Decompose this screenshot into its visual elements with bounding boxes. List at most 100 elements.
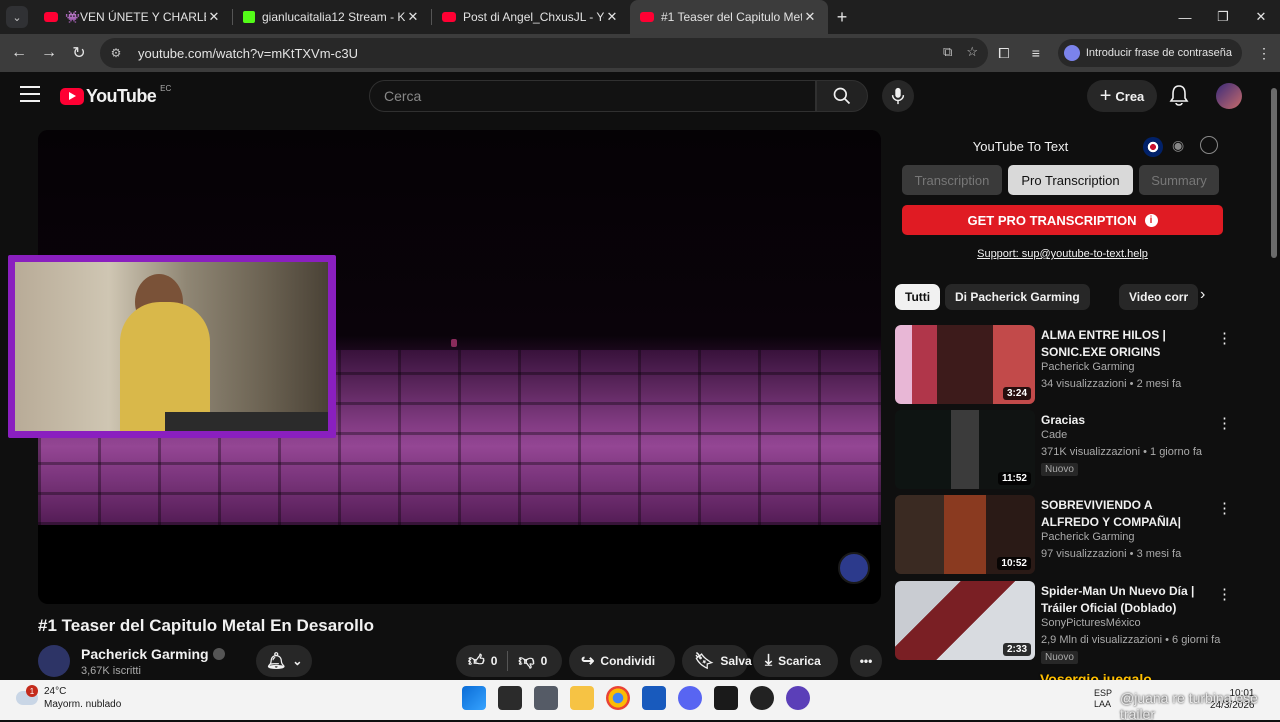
recommendation-item[interactable]: 3:24 ALMA ENTRE HILOS | SONIC.EXE ORIGIN…	[895, 325, 1232, 405]
extension-tabs: Transcription Pro Transcription Summary	[902, 165, 1219, 195]
forward-arrow-icon[interactable]: →	[34, 38, 64, 68]
get-pro-label: GET PRO TRANSCRIPTION	[967, 212, 1137, 228]
uk-flag-icon[interactable]	[1143, 137, 1163, 157]
new-tab-button[interactable]: +	[828, 7, 856, 28]
rec-channel[interactable]: Cade	[1041, 429, 1067, 441]
chevron-down-icon: ⌄	[292, 654, 303, 668]
profile-chip[interactable]: Introducir frase de contraseña	[1057, 39, 1242, 67]
rec-channel[interactable]: Pacherick Garming	[1041, 531, 1135, 543]
hamburger-menu-icon[interactable]	[20, 86, 40, 102]
user-icon[interactable]	[1200, 136, 1218, 154]
chip-related[interactable]: Video corr	[1119, 284, 1199, 310]
recommendation-item[interactable]: 11:52 Gracias Cade 371K visualizzazioni …	[895, 410, 1232, 490]
youtube-favicon-icon	[44, 12, 58, 22]
account-avatar[interactable]	[1216, 83, 1242, 109]
obs-icon[interactable]	[750, 686, 774, 710]
discord-icon[interactable]	[678, 686, 702, 710]
duration-badge: 11:52	[997, 472, 1031, 485]
browser-menu-icon[interactable]: ⋮	[1248, 45, 1280, 62]
word-icon[interactable]	[642, 686, 666, 710]
tab-transcription[interactable]: Transcription	[902, 165, 1002, 195]
notifications-button[interactable]	[1169, 84, 1189, 111]
file-explorer-icon[interactable]	[570, 686, 594, 710]
reload-icon[interactable]: ↻	[64, 38, 94, 68]
chip-all[interactable]: Tutti	[895, 284, 941, 310]
like-icon[interactable]: 👍︎	[468, 652, 485, 671]
minimize-icon[interactable]: —	[1166, 0, 1204, 34]
back-arrow-icon[interactable]: ←	[4, 38, 34, 68]
share-button[interactable]: ↪ Condividi	[569, 645, 675, 677]
chevron-right-icon[interactable]: ›	[1200, 286, 1205, 304]
tab-search-button[interactable]: ⌄	[6, 6, 28, 28]
chrome-icon[interactable]	[606, 686, 630, 710]
tab-summary[interactable]: Summary	[1139, 165, 1219, 195]
youtube-logo[interactable]: YouTube EC	[60, 84, 171, 107]
video-thumbnail[interactable]: 10:52	[895, 495, 1035, 574]
url-text[interactable]: youtube.com/watch?v=mKtTXVm-c3U	[138, 46, 358, 61]
rec-title[interactable]: Spider-Man Un Nuevo Día | Tráiler Oficia…	[1041, 583, 1211, 617]
extensions-icon[interactable]: ⧠	[988, 45, 1020, 62]
scrollbar-thumb[interactable]	[1271, 88, 1277, 258]
rec-title[interactable]: Gracias	[1041, 412, 1211, 429]
get-pro-transcription-button[interactable]: GET PRO TRANSCRIPTION i	[902, 205, 1223, 235]
app-cube-icon[interactable]	[534, 686, 558, 710]
address-bar[interactable]: ⚙ youtube.com/watch?v=mKtTXVm-c3U ⧉ ☆	[100, 38, 988, 68]
chip-from-channel[interactable]: Di Pacherick Garming	[945, 284, 1090, 310]
channel-name-text[interactable]: Pacherick Garming	[81, 646, 209, 662]
weather-widget[interactable]: 1 24°C Mayorm. nublado	[16, 685, 121, 711]
recommendation-item[interactable]: 2:33 Spider-Man Un Nuevo Día | Tráiler O…	[895, 581, 1232, 664]
windows-start-icon[interactable]	[462, 686, 486, 710]
close-tab-icon[interactable]: ✕	[206, 9, 222, 25]
search-button[interactable]	[816, 80, 868, 112]
browser-tab[interactable]: gianlucaitalia12 Stream - Kick D ✕	[233, 0, 431, 34]
more-options-icon[interactable]: ⋮	[1217, 499, 1232, 517]
browser-tab[interactable]: 👾VEN ÚNETE Y CHARLEMOS F ✕	[34, 0, 232, 34]
download-button[interactable]: ⤓ Scarica	[753, 645, 838, 677]
capcut-icon[interactable]	[714, 686, 738, 710]
search-input[interactable]	[384, 88, 815, 104]
channel-name[interactable]: Pacherick Garming	[81, 646, 225, 662]
video-thumbnail[interactable]: 2:33	[895, 581, 1035, 660]
rec-channel[interactable]: Pacherick Garming	[1041, 361, 1135, 373]
cloud-icon: 1	[16, 685, 38, 705]
rec-title[interactable]: ALMA ENTRE HILOS | SONIC.EXE ORIGINS ORI…	[1041, 327, 1211, 361]
app-circle-icon[interactable]	[786, 686, 810, 710]
search-box[interactable]	[369, 80, 816, 112]
more-options-icon[interactable]: ⋮	[1217, 414, 1232, 432]
dislike-icon[interactable]: 👎︎	[518, 652, 534, 671]
rec-title[interactable]: SOBREVIVIENDO A ALFREDO Y COMPAÑIA| FNAF…	[1041, 497, 1211, 531]
more-options-icon[interactable]: ⋮	[1217, 329, 1232, 347]
task-view-icon[interactable]	[498, 686, 522, 710]
browser-tab[interactable]: Post di Angel_ChxusJL - YouTub ✕	[432, 0, 630, 34]
close-window-icon[interactable]: ✕	[1242, 0, 1280, 34]
subscription-bell-button[interactable]: 🔔︎ ⌄	[256, 645, 312, 677]
rec-channel[interactable]: SonyPicturesMéxico	[1041, 617, 1141, 629]
video-thumbnail[interactable]: 3:24	[895, 325, 1035, 404]
create-button[interactable]: + Crea	[1087, 80, 1157, 112]
more-actions-button[interactable]: •••	[850, 645, 882, 677]
channel-watermark[interactable]	[838, 552, 870, 584]
bookmark-star-icon[interactable]: ☆	[966, 44, 978, 60]
owner-row: Pacherick Garming 3,67K iscritti 🔔︎ ⌄ 👍︎ …	[38, 645, 882, 679]
save-button[interactable]: 🔖︎ Salva	[682, 645, 752, 677]
close-tab-icon[interactable]: ✕	[604, 9, 620, 25]
tab-pro-transcription[interactable]: Pro Transcription	[1008, 165, 1133, 195]
share-label: Condividi	[600, 654, 656, 668]
like-count[interactable]: 0	[491, 654, 498, 668]
video-thumbnail[interactable]: 11:52	[895, 410, 1035, 489]
support-link[interactable]: Support: sup@youtube-to-text.help	[894, 248, 1231, 260]
more-options-icon[interactable]: ⋮	[1217, 585, 1232, 603]
close-tab-icon[interactable]: ✕	[405, 9, 421, 25]
install-app-icon[interactable]: ⧉	[943, 44, 952, 60]
close-tab-icon[interactable]: ✕	[802, 9, 818, 25]
browser-tab-active[interactable]: #1 Teaser del Capitulo Metal En ✕	[630, 0, 828, 34]
eye-icon[interactable]: ◉	[1172, 137, 1184, 154]
channel-avatar[interactable]	[38, 645, 70, 677]
dislike-count[interactable]: 0	[541, 654, 548, 668]
recommendation-item[interactable]: 10:52 SOBREVIVIENDO A ALFREDO Y COMPAÑIA…	[895, 495, 1232, 575]
site-info-icon[interactable]: ⚙	[108, 45, 124, 61]
media-control-icon[interactable]: ≡	[1020, 45, 1052, 61]
restore-icon[interactable]: ❐	[1204, 0, 1242, 34]
voice-search-button[interactable]	[882, 80, 914, 112]
language-indicator[interactable]: ESP LAA	[1094, 688, 1112, 710]
